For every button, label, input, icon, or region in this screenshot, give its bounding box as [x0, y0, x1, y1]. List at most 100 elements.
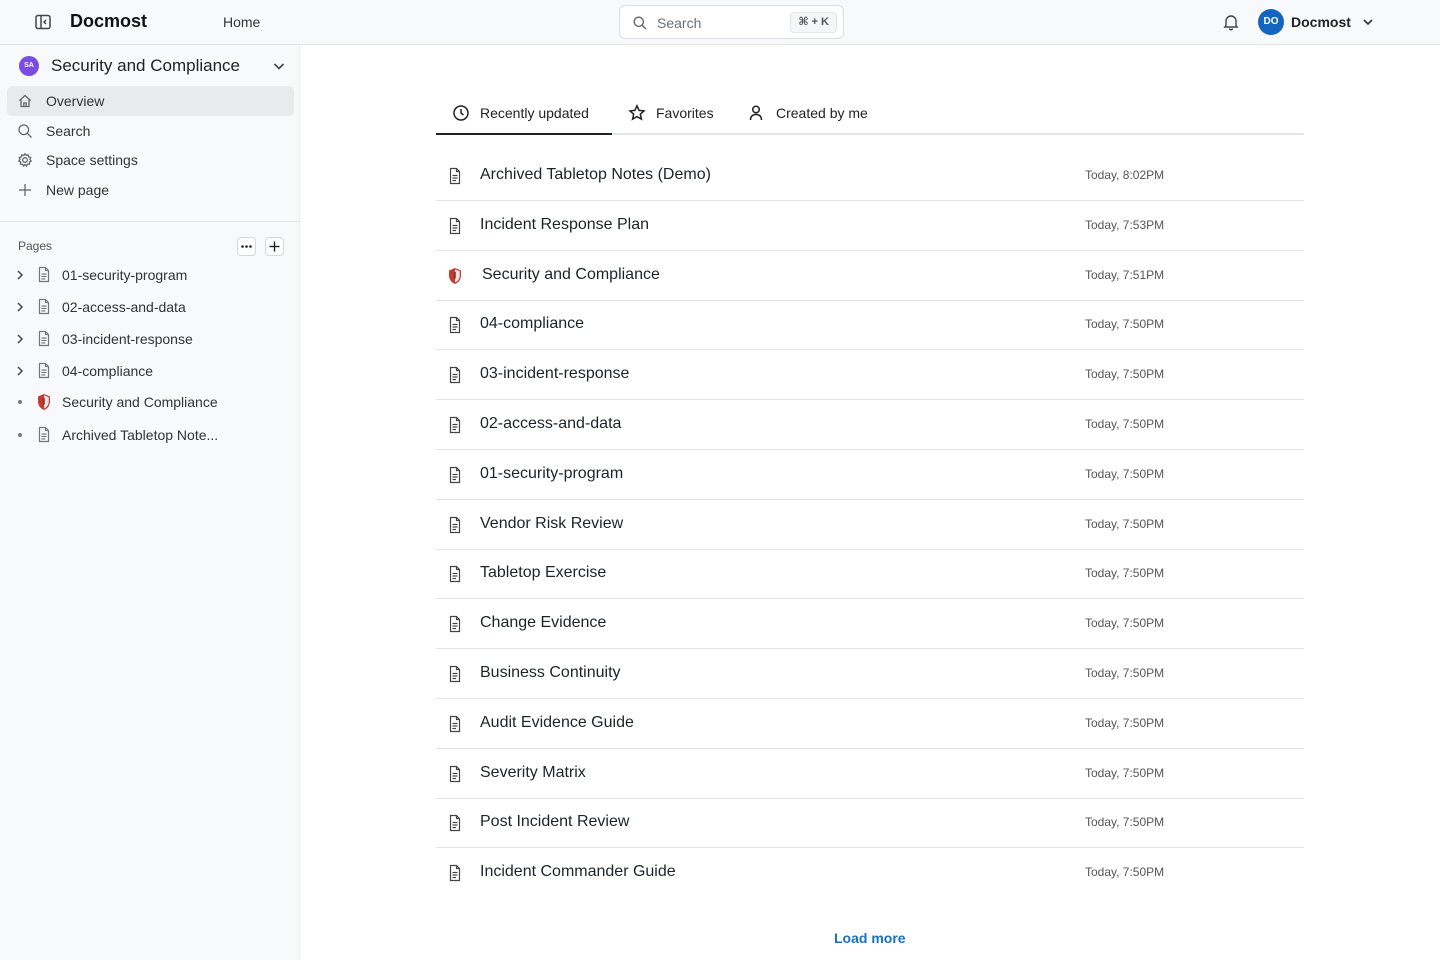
page-icon [447, 864, 463, 882]
page-icon [36, 426, 52, 443]
recent-page-row[interactable]: Incident Response Plan Today, 7:53PM [436, 201, 1304, 251]
recent-page-title: Post Incident Review [480, 813, 630, 830]
recent-page-time: Today, 7:50PM [1085, 766, 1165, 780]
page-icon [36, 298, 52, 315]
tab-label: Recently updated [480, 105, 589, 121]
recent-page-time: Today, 7:50PM [1085, 815, 1165, 829]
recent-page-time: Today, 7:50PM [1085, 317, 1165, 331]
recent-page-row[interactable]: Change Evidence Today, 7:50PM [436, 599, 1304, 649]
user-name: Docmost [1291, 14, 1351, 30]
recent-page-time: Today, 7:50PM [1085, 566, 1165, 580]
page-icon [447, 814, 463, 832]
more-options-icon[interactable] [237, 237, 256, 256]
recent-page-row[interactable]: Business Continuity Today, 7:50PM [436, 649, 1304, 699]
search-icon [17, 123, 33, 139]
recent-page-time: Today, 7:50PM [1085, 367, 1165, 381]
recent-page-title: 02-access-and-data [480, 415, 622, 432]
recent-page-row[interactable]: Tabletop Exercise Today, 7:50PM [436, 549, 1304, 599]
recent-page-row[interactable]: 03-incident-response Today, 7:50PM [436, 350, 1304, 400]
search-placeholder: Search [657, 15, 702, 31]
tree-item[interactable]: 04-compliance [8, 356, 292, 386]
recent-page-title: Tabletop Exercise [480, 564, 607, 581]
page-icon [36, 362, 52, 379]
sidebar-item-search[interactable]: Search [7, 116, 294, 146]
recent-page-time: Today, 7:50PM [1085, 616, 1165, 630]
page-icon [447, 316, 463, 334]
sidebar-item-space-settings[interactable]: Space settings [7, 145, 294, 175]
chevron-right-icon[interactable] [13, 364, 27, 378]
recent-page-row[interactable]: 01-security-program Today, 7:50PM [436, 450, 1304, 500]
space-switcher[interactable]: SA Security and Compliance [8, 51, 292, 81]
recent-page-time: Today, 7:53PM [1085, 218, 1165, 232]
recent-page-title: Audit Evidence Guide [480, 714, 634, 731]
tree-item-label: 04-compliance [62, 363, 154, 379]
tree-item[interactable]: Security and Compliance [8, 387, 292, 417]
recent-page-row[interactable]: 04-compliance Today, 7:50PM [436, 300, 1304, 350]
sidebar-item-label: Overview [46, 93, 105, 109]
tree-item[interactable]: Archived Tabletop Note... [8, 420, 292, 450]
sidebar-toggle-icon[interactable] [33, 12, 53, 32]
tab-recently-updated[interactable]: Recently updated [436, 92, 612, 135]
recent-page-row[interactable]: Incident Commander Guide Today, 7:50PM [436, 848, 1304, 898]
tree-item-label: Archived Tabletop Note... [62, 427, 219, 443]
page-icon [447, 217, 463, 235]
recent-page-row[interactable]: Audit Evidence Guide Today, 7:50PM [436, 699, 1304, 749]
sidebar-item-label: Search [46, 123, 91, 139]
top-header: Docmost Home Search ⌘ + K DO Docmost [0, 0, 1440, 45]
home-link[interactable]: Home [223, 14, 260, 30]
load-more-button[interactable]: Load more [834, 930, 906, 946]
page-icon [447, 665, 463, 683]
tab-favorites[interactable]: Favorites [612, 92, 732, 135]
app-logo[interactable]: Docmost [70, 11, 147, 32]
sidebar-divider [0, 221, 300, 222]
page-icon [447, 167, 463, 185]
chevron-right-icon[interactable] [13, 300, 27, 314]
bell-icon[interactable] [1221, 12, 1241, 32]
page-icon [447, 765, 463, 783]
plus-icon [17, 182, 33, 198]
recent-page-row[interactable]: Severity Matrix Today, 7:50PM [436, 749, 1304, 799]
recent-page-row[interactable]: Post Incident Review Today, 7:50PM [436, 798, 1304, 848]
add-page-icon[interactable] [265, 237, 284, 256]
recent-page-title: Business Continuity [480, 664, 621, 681]
page-icon [447, 366, 463, 384]
recent-page-title: Security and Compliance [482, 266, 660, 283]
tree-item[interactable]: 02-access-and-data [8, 292, 292, 322]
tree-item[interactable]: 01-security-program [8, 260, 292, 290]
page-icon [36, 266, 52, 283]
recent-page-time: Today, 8:02PM [1085, 168, 1165, 182]
sidebar-item-overview[interactable]: Overview [7, 86, 294, 116]
recent-page-title: 04-compliance [480, 315, 585, 332]
recent-page-row[interactable]: Vendor Risk Review Today, 7:50PM [436, 500, 1304, 550]
recent-page-time: Today, 7:50PM [1085, 517, 1165, 531]
chevron-right-icon[interactable] [13, 268, 27, 282]
sidebar-item-label: Space settings [46, 152, 138, 168]
sidebar-item-label: New page [46, 182, 110, 198]
space-avatar: SA [19, 56, 39, 76]
recent-page-row[interactable]: Security and Compliance Today, 7:51PM [436, 251, 1304, 301]
page-icon [36, 330, 52, 347]
space-name: Security and Compliance [51, 56, 240, 75]
tab-created-by-me[interactable]: Created by me [732, 92, 882, 135]
recent-page-row[interactable]: 02-access-and-data Today, 7:50PM [436, 400, 1304, 450]
sidebar-item-new-page[interactable]: New page [7, 175, 294, 205]
tree-item-label: 02-access-and-data [62, 299, 186, 315]
recent-page-title: Change Evidence [480, 614, 607, 631]
recent-page-row[interactable]: Archived Tabletop Notes (Demo) Today, 8:0… [436, 151, 1304, 201]
search-box[interactable]: Search ⌘ + K [619, 5, 844, 39]
tree-item-label: 01-security-program [62, 267, 188, 283]
gear-icon [17, 152, 33, 168]
page-icon [447, 615, 463, 633]
pages-section-label: Pages [18, 239, 53, 253]
tree-item-label: 03-incident-response [62, 331, 193, 347]
page-icon [447, 565, 463, 583]
chevron-right-icon[interactable] [13, 332, 27, 346]
search-icon [632, 15, 648, 31]
tree-item[interactable]: 03-incident-response [8, 324, 292, 354]
shield-icon [447, 267, 463, 285]
recent-page-title: Severity Matrix [480, 764, 586, 781]
tab-label: Favorites [656, 105, 714, 121]
page-icon [447, 466, 463, 484]
home-icon [17, 93, 33, 109]
page-icon [447, 516, 463, 534]
